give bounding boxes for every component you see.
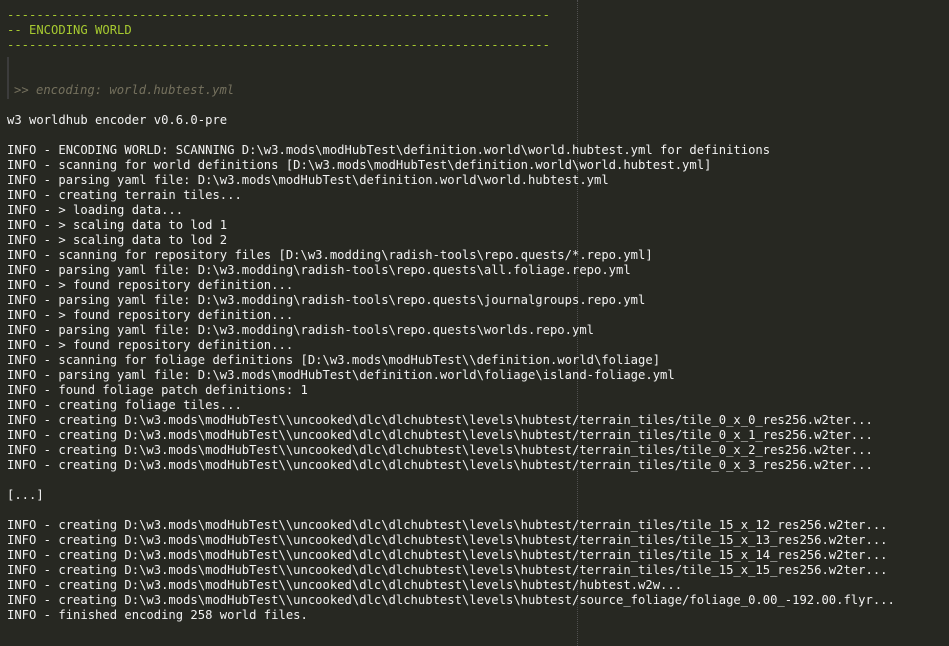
log-line: INFO - > found repository definition...	[7, 308, 294, 322]
log-line: INFO - parsing yaml file: D:\w3.modding\…	[7, 323, 594, 337]
log-line: INFO - creating D:\w3.mods\modHubTest\\u…	[7, 428, 873, 442]
log-line: INFO - ENCODING WORLD: SCANNING D:\w3.mo…	[7, 143, 771, 157]
log-line: INFO - scanning for world definitions [D…	[7, 158, 712, 172]
log-line: INFO - creating D:\w3.mods\modHubTest\\u…	[7, 578, 683, 592]
log-line: INFO - creating terrain tiles...	[7, 188, 242, 202]
log-line: INFO - > loading data...	[7, 203, 184, 217]
log-line: INFO - creating D:\w3.mods\modHubTest\\u…	[7, 593, 895, 607]
log-line: INFO - creating D:\w3.mods\modHubTest\\u…	[7, 458, 873, 472]
ellipsis-line: [...]	[7, 488, 44, 502]
log-line: INFO - creating D:\w3.mods\modHubTest\\u…	[7, 533, 888, 547]
log-line: INFO - > found repository definition...	[7, 278, 294, 292]
header-separator-bottom: ----------------------------------------…	[7, 38, 550, 52]
log-line: INFO - > scaling data to lod 1	[7, 218, 228, 232]
log-line: INFO - creating D:\w3.mods\modHubTest\\u…	[7, 563, 888, 577]
log-line: INFO - parsing yaml file: D:\w3.modding\…	[7, 293, 646, 307]
log-line: INFO - creating D:\w3.mods\modHubTest\\u…	[7, 413, 873, 427]
log-line: INFO - found foliage patch definitions: …	[7, 383, 308, 397]
log-line: INFO - > scaling data to lod 2	[7, 233, 228, 247]
log-line: INFO - creating foliage tiles...	[7, 398, 242, 412]
header-title: -- ENCODING WORLD	[7, 23, 132, 37]
console-output[interactable]: ----------------------------------------…	[0, 0, 949, 646]
version-line: w3 worldhub encoder v0.6.0-pre	[7, 113, 228, 127]
log-line: INFO - creating D:\w3.mods\modHubTest\\u…	[7, 518, 888, 532]
log-line: INFO - scanning for foliage definitions …	[7, 353, 661, 367]
log-line: INFO - scanning for repository files [D:…	[7, 248, 653, 262]
log-line: INFO - finished encoding 258 world files…	[7, 608, 308, 622]
encoding-hint: >> encoding: world.hubtest.yml	[14, 83, 235, 97]
header-separator-top: ----------------------------------------…	[7, 8, 550, 22]
log-line: INFO - parsing yaml file: D:\w3.modding\…	[7, 263, 631, 277]
log-line: INFO - creating D:\w3.mods\modHubTest\\u…	[7, 443, 873, 457]
log-line: INFO - parsing yaml file: D:\w3.mods\mod…	[7, 368, 675, 382]
log-line: INFO - > found repository definition...	[7, 338, 294, 352]
gutter-marker	[7, 57, 9, 99]
log-line: INFO - creating D:\w3.mods\modHubTest\\u…	[7, 548, 888, 562]
log-line: INFO - parsing yaml file: D:\w3.mods\mod…	[7, 173, 609, 187]
